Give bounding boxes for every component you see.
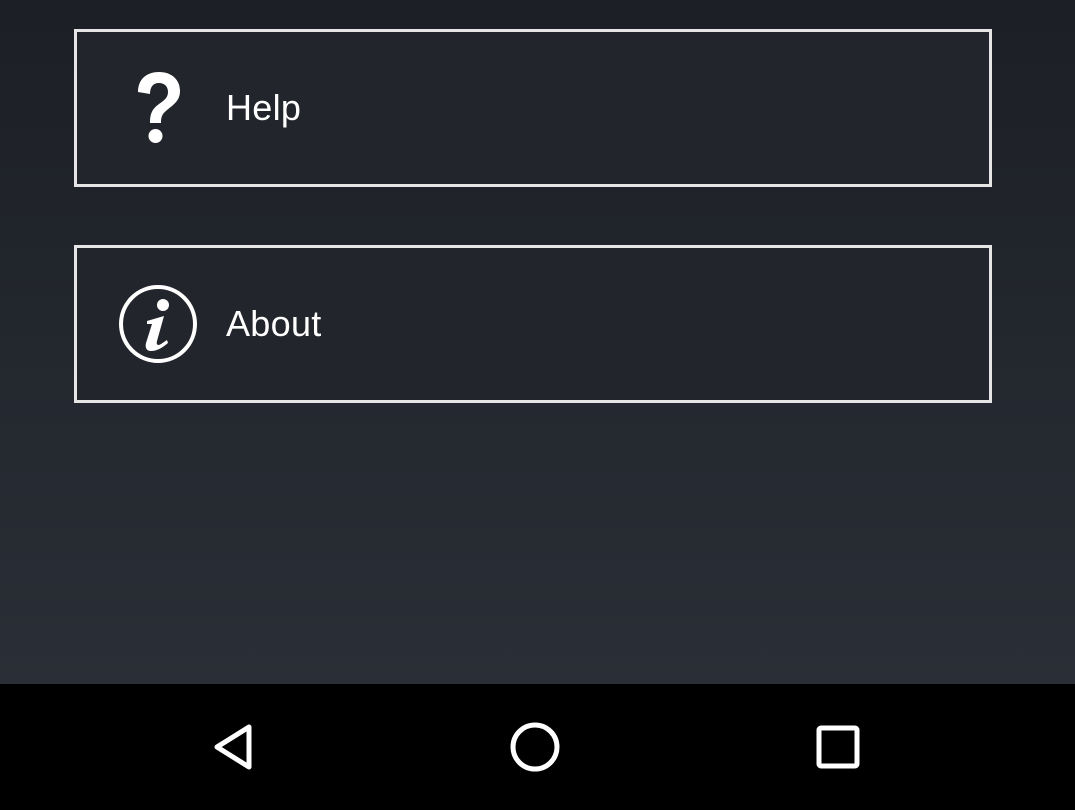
menu-list: Help About bbox=[0, 0, 1075, 684]
recents-square-icon bbox=[812, 721, 864, 778]
back-triangle-icon bbox=[207, 721, 259, 778]
screen: Help About bbox=[0, 0, 1075, 810]
info-icon bbox=[117, 283, 199, 365]
navigation-bar bbox=[0, 684, 1075, 810]
menu-item-help[interactable]: Help bbox=[74, 29, 992, 187]
home-circle-icon bbox=[507, 719, 563, 780]
menu-item-label: Help bbox=[226, 87, 302, 128]
back-button[interactable] bbox=[198, 714, 268, 784]
home-button[interactable] bbox=[500, 714, 570, 784]
menu-item-about[interactable]: About bbox=[74, 245, 992, 403]
menu-item-label: About bbox=[226, 303, 322, 344]
recents-button[interactable] bbox=[803, 714, 873, 784]
question-icon bbox=[117, 67, 199, 149]
